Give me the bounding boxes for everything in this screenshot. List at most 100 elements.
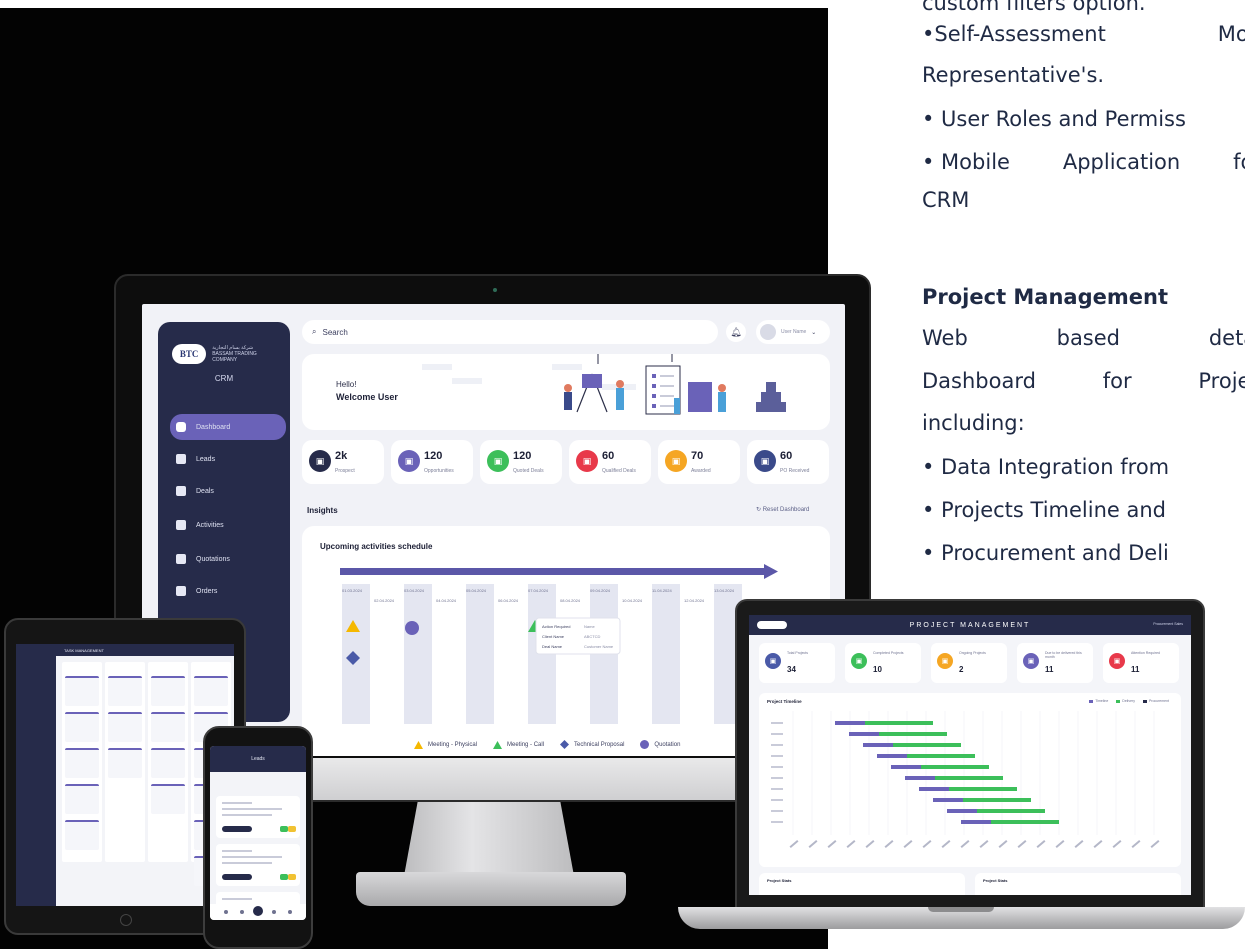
kanban-card[interactable] — [151, 712, 185, 742]
kanban-card[interactable] — [65, 820, 99, 850]
legend-label: Quotation — [654, 741, 681, 748]
lead-card[interactable] — [216, 844, 300, 886]
sidebar-item-deals[interactable]: Deals — [170, 478, 286, 504]
user-menu[interactable]: User Name ⌄ — [756, 320, 830, 344]
avatar — [760, 324, 776, 340]
tablet-home-button — [120, 914, 132, 926]
row-label — [771, 755, 783, 757]
pm-stat-card[interactable]: ▣ Due to be delivered this month 11 — [1017, 643, 1093, 683]
timeline-date-bottom: 08.04.2024 — [560, 598, 581, 603]
card-line — [222, 898, 252, 900]
text-line: • Procurement and Deli — [922, 541, 1169, 565]
kanban-card[interactable] — [108, 712, 142, 742]
welcome-banner: Hello! Welcome User — [302, 354, 830, 430]
pm-stat-value: 34 — [787, 665, 796, 674]
legend-swatch — [1116, 699, 1121, 703]
pm-logo — [757, 621, 787, 629]
kanban-card[interactable] — [151, 676, 185, 706]
pm-stat-value: 11 — [1045, 665, 1054, 674]
sidebar-item-dashboard[interactable]: Dashboard — [170, 414, 286, 440]
text-line: Web based detai — [922, 326, 1245, 350]
delivery-bar — [921, 765, 989, 769]
stat-card[interactable]: ▣ 60 Qualified Deals — [569, 440, 651, 484]
stat-icon: ▣ — [754, 450, 776, 472]
timeline-date-top: 03.04.2024 — [404, 588, 425, 593]
search-input[interactable]: ⌕ Search — [302, 320, 718, 344]
delivery-bar — [907, 754, 975, 758]
kanban-card[interactable] — [151, 784, 185, 814]
text-line: Representative's. — [922, 63, 1105, 87]
card-action-button[interactable] — [222, 826, 252, 832]
text-line: custom filters option. — [922, 0, 1146, 15]
stat-card[interactable]: ▣ 60 PO Received — [747, 440, 829, 484]
sidebar-item-leads[interactable]: Leads — [170, 446, 286, 472]
logo-subtitle-en: BASSAM TRADING COMPANY — [212, 351, 257, 363]
date-tick — [903, 840, 913, 848]
stat-label: Opportunities — [424, 468, 454, 474]
pm-stat-card[interactable]: ▣ Completed Projects 10 — [845, 643, 921, 683]
refresh-icon: ↻ — [756, 507, 762, 513]
leads-mobile-screen: Leads — [210, 746, 306, 920]
pm-stat-card[interactable]: ▣ Attention Required 11 — [1103, 643, 1179, 683]
card-line — [222, 862, 272, 864]
sidebar-item-orders[interactable]: Orders — [170, 578, 286, 604]
nav-icon — [176, 554, 186, 564]
stat-card[interactable]: ▣ 120 Quoted Deals — [480, 440, 562, 484]
delivery-bar — [991, 820, 1059, 824]
feature-text-column: custom filters option. •Self-Assessment Mo… — [922, 0, 1245, 600]
delivery-bar — [949, 787, 1017, 791]
sidebar-item-quotations[interactable]: Quotations — [170, 546, 286, 572]
yellow-status-pill — [288, 826, 296, 832]
kanban-card[interactable] — [65, 676, 99, 706]
project-management-screen: PROJECT MANAGEMENT Procurement Sales ▣ To… — [749, 615, 1191, 895]
pm-stat-card[interactable]: ▣ Ongoing Projects 2 — [931, 643, 1007, 683]
date-tick — [998, 840, 1008, 848]
row-label — [771, 799, 783, 801]
kanban-card[interactable] — [65, 712, 99, 742]
stat-card[interactable]: ▣ 120 Opportunities — [391, 440, 473, 484]
card-action-button[interactable] — [222, 874, 252, 880]
kanban-card[interactable] — [65, 784, 99, 814]
stat-card[interactable]: ▣ 70 Awarded — [658, 440, 740, 484]
card-line — [222, 856, 282, 858]
delivery-bar — [865, 721, 933, 725]
kanban-card[interactable] — [65, 748, 99, 778]
procurement-bar — [835, 721, 865, 725]
kanban-column — [105, 662, 145, 862]
notification-bell-icon[interactable]: 🔔︎ — [726, 322, 746, 342]
reset-dashboard-button[interactable]: ↻ Reset Dashboard — [756, 506, 809, 513]
reset-dashboard-label: Reset Dashboard — [762, 507, 810, 513]
text-line: • User Roles and Permiss — [922, 107, 1186, 131]
row-label — [771, 766, 783, 768]
lead-card[interactable] — [216, 796, 300, 838]
procurement-bar — [863, 743, 893, 747]
sidebar-item-label: Activities — [196, 521, 224, 529]
date-tick — [846, 840, 856, 848]
sidebar-item-activities[interactable]: Activities — [170, 512, 286, 538]
procurement-bar — [877, 754, 907, 758]
kanban-column — [62, 662, 102, 862]
procurement-bar — [919, 787, 949, 791]
text-line: Dashboard for Projec — [922, 369, 1245, 393]
kanban-card[interactable] — [108, 748, 142, 778]
timeline-date-top: 13.04.2024 — [714, 588, 735, 593]
pm-bottom-title-2: Project Stats — [983, 878, 1008, 883]
text-word: Projec — [1198, 369, 1245, 393]
stat-label: Prospect — [335, 468, 355, 474]
text-word: •Self-Assessment — [922, 22, 1106, 46]
green-status-pill — [280, 874, 288, 880]
kanban-card[interactable] — [194, 676, 228, 706]
stat-card[interactable]: ▣ 2k Prospect — [302, 440, 384, 484]
kanban-card[interactable] — [151, 748, 185, 778]
popup-label: Action Required — [542, 624, 570, 629]
pm-stat-label: Ongoing Projects — [959, 651, 986, 655]
stat-label: Qualified Deals — [602, 468, 636, 474]
sidebar-item-label: Orders — [196, 587, 218, 595]
timeline-arrow — [340, 568, 764, 575]
popup-value: ABCTCD — [584, 634, 601, 639]
sidebar-item-label: Deals — [196, 487, 214, 495]
monitor-stand-neck — [404, 802, 574, 876]
pm-stat-card[interactable]: ▣ Total Projects 34 — [759, 643, 835, 683]
kanban-card[interactable] — [108, 676, 142, 706]
text-line: including: — [922, 411, 1025, 435]
